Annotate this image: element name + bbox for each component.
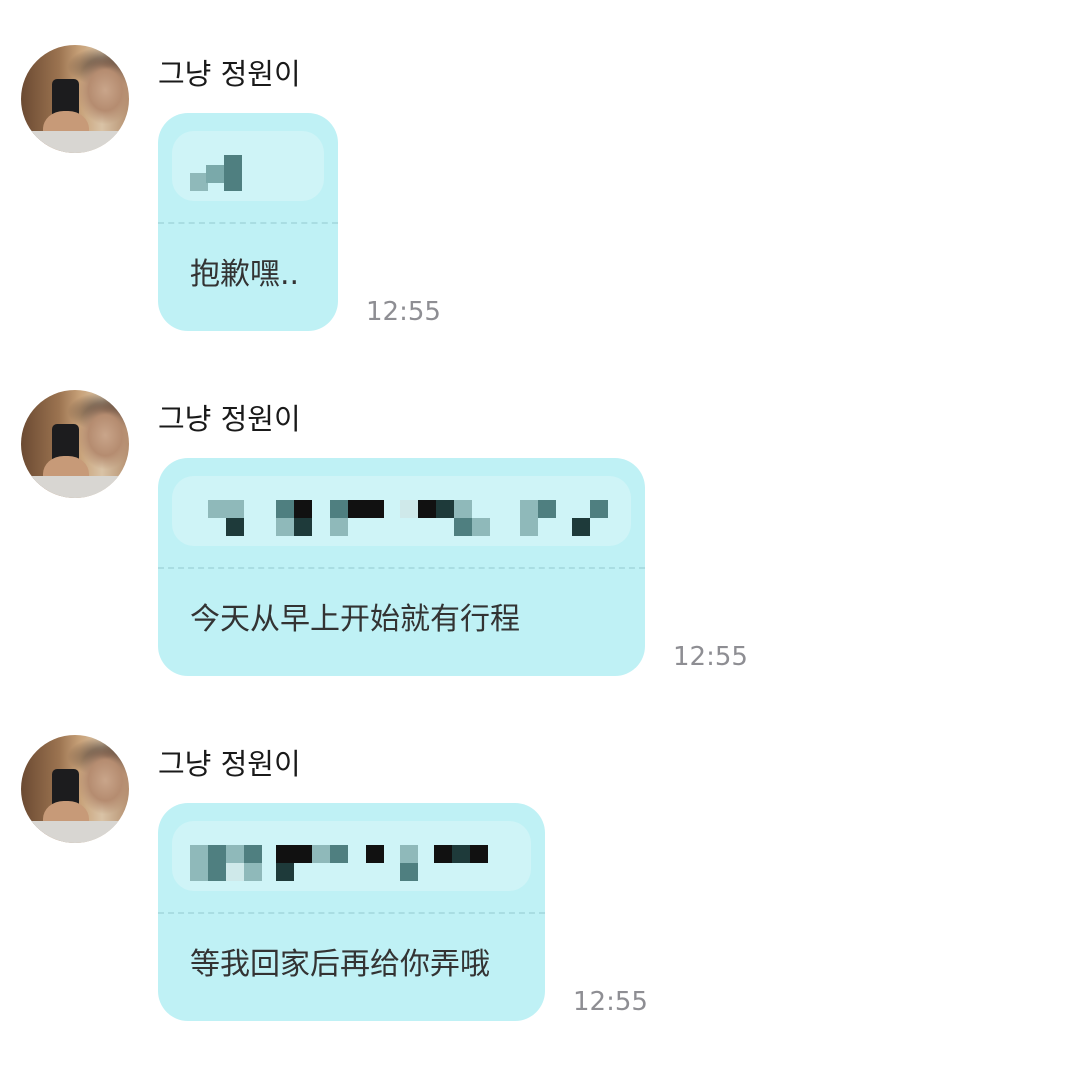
pixel (294, 845, 312, 863)
pixel (294, 500, 312, 518)
message-bubble[interactable]: 抱歉嘿.. (158, 113, 338, 331)
pixel (208, 845, 226, 863)
pixel (452, 845, 470, 863)
pixel (208, 500, 226, 518)
pixel (276, 500, 294, 518)
chat-message: 그냥 정원이 等我回家后再给你弄哦 12:55 (0, 690, 1080, 1035)
pixel (190, 863, 208, 881)
sender-name: 그냥 정원이 (158, 747, 301, 781)
pixel (226, 863, 244, 881)
divider (158, 222, 338, 224)
pixel (400, 845, 418, 863)
pixel (244, 863, 262, 881)
pixel (190, 845, 208, 863)
pixel (520, 500, 538, 518)
divider (158, 567, 645, 569)
pixel (436, 500, 454, 518)
shirt-shape (21, 821, 129, 843)
pixel (454, 518, 472, 536)
pixel (470, 845, 488, 863)
pixel (224, 155, 242, 173)
pixel (330, 500, 348, 518)
avatar[interactable] (21, 45, 129, 153)
censored-original-text (172, 131, 324, 201)
translated-text: 今天从早上开始就有行程 (190, 602, 520, 637)
shirt-shape (21, 131, 129, 153)
avatar[interactable] (21, 390, 129, 498)
divider (158, 912, 545, 914)
message-bubble[interactable]: 今天从早上开始就有行程 (158, 458, 645, 676)
pixel (538, 500, 556, 518)
sender-name: 그냥 정원이 (158, 57, 301, 91)
pixel (434, 845, 452, 863)
pixel (400, 500, 418, 518)
translated-text: 抱歉嘿.. (190, 257, 300, 292)
pixel (520, 518, 538, 536)
pixel (226, 518, 244, 536)
pixel (294, 518, 312, 536)
pixel (208, 863, 226, 881)
message-bubble[interactable]: 等我回家后再给你弄哦 (158, 803, 545, 1021)
chat-message: 그냥 정원이 今天从早上开始就有行程 12:55 (0, 345, 1080, 690)
censored-original-text (172, 821, 531, 891)
pixel (330, 518, 348, 536)
pixel (276, 863, 294, 881)
pixel (276, 845, 294, 863)
pixel (472, 518, 490, 536)
pixel (348, 500, 366, 518)
timestamp: 12:55 (366, 297, 441, 327)
shirt-shape (21, 476, 129, 498)
pixel (226, 500, 244, 518)
pixel (244, 845, 262, 863)
censored-original-text (172, 476, 631, 546)
translated-text: 等我回家后再给你弄哦 (190, 947, 490, 982)
timestamp: 12:55 (573, 987, 648, 1017)
avatar[interactable] (21, 735, 129, 843)
pixel (400, 863, 418, 881)
pixel (572, 518, 590, 536)
pixel (224, 173, 242, 191)
pixel (330, 845, 348, 863)
sender-name: 그냥 정원이 (158, 402, 301, 436)
pixel (366, 845, 384, 863)
pixel (418, 500, 436, 518)
pixel (366, 500, 384, 518)
timestamp: 12:55 (673, 642, 748, 672)
pixel (590, 500, 608, 518)
pixel (276, 518, 294, 536)
pixel (454, 500, 472, 518)
pixel (312, 845, 330, 863)
pixel (226, 845, 244, 863)
pixel (206, 165, 224, 183)
chat-message: 그냥 정원이 抱歉嘿.. 12:55 (0, 0, 1080, 345)
